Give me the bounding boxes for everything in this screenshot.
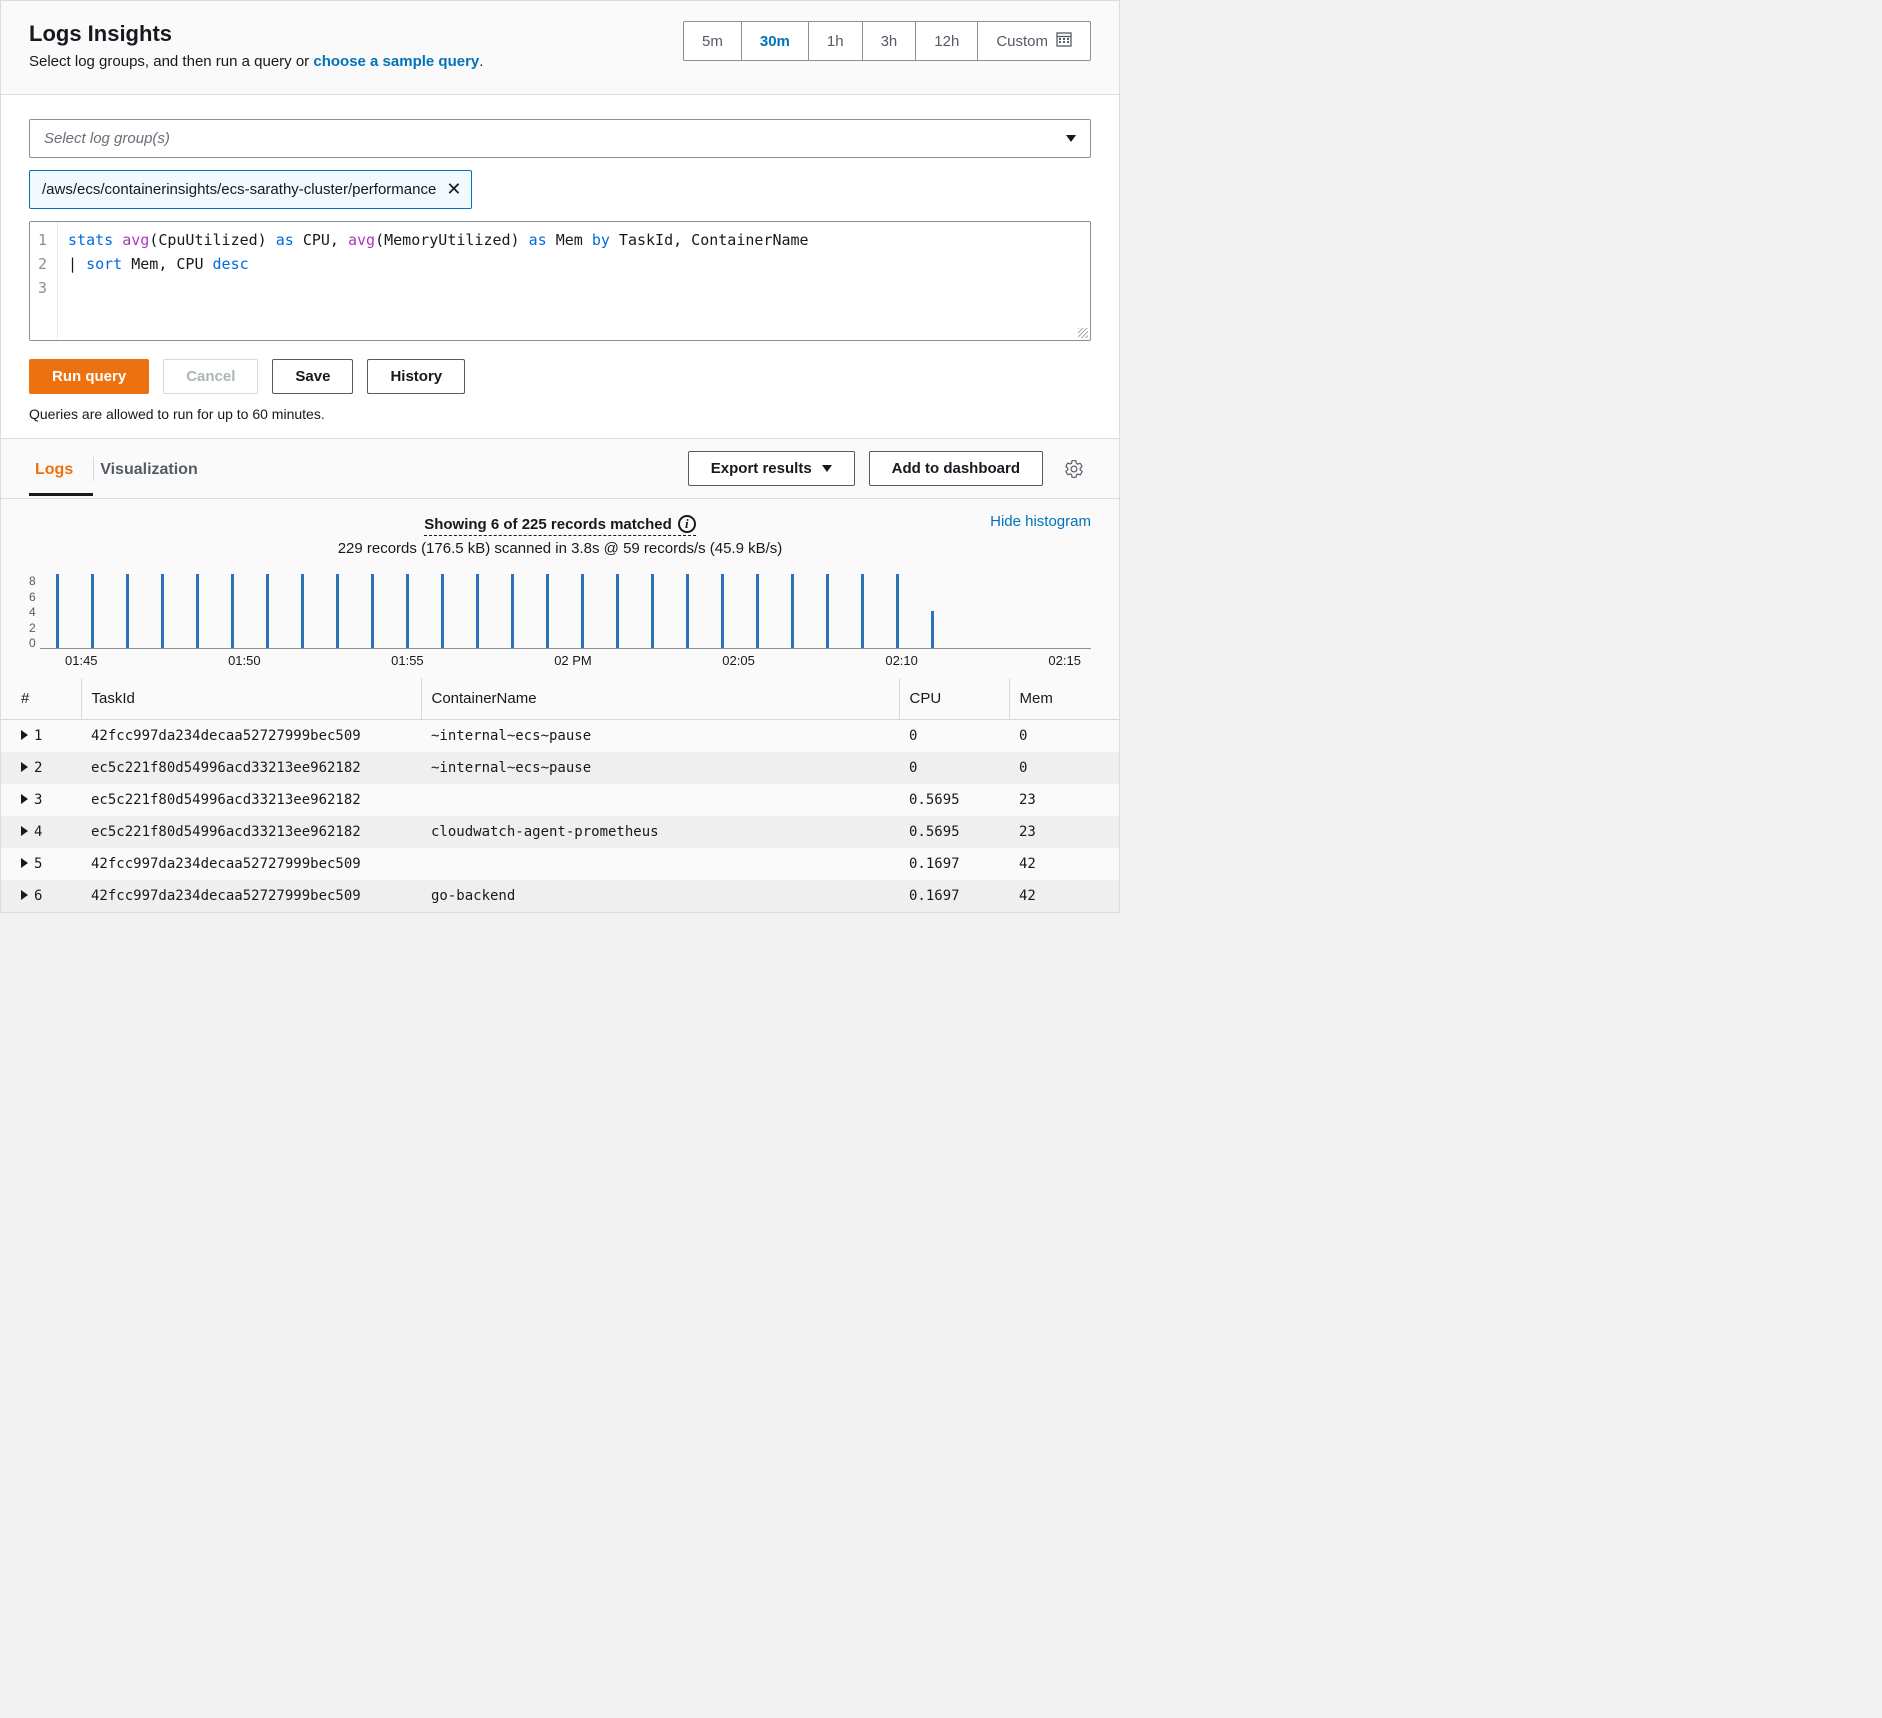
expand-row-icon[interactable] — [21, 730, 28, 740]
histogram-bar[interactable] — [441, 574, 444, 648]
histogram-bar[interactable] — [721, 574, 724, 648]
histogram-bar[interactable] — [161, 574, 164, 648]
time-3h[interactable]: 3h — [863, 22, 917, 60]
expand-row-icon[interactable] — [21, 858, 28, 868]
time-custom-label: Custom — [996, 33, 1048, 50]
calendar-icon — [1056, 31, 1072, 51]
histogram-bars — [40, 573, 1091, 649]
query-editor[interactable]: 123 stats avg(CpuUtilized) as CPU, avg(M… — [29, 221, 1091, 341]
remove-log-group-icon[interactable]: ✕ — [446, 179, 461, 200]
expand-row-icon[interactable] — [21, 794, 28, 804]
histogram-bar[interactable] — [896, 574, 899, 648]
export-results-button[interactable]: Export results — [688, 451, 855, 486]
x-axis: 01:4501:5001:5502 PM02:0502:1002:15 — [29, 649, 1091, 678]
table-row[interactable]: 2ec5c221f80d54996acd33213ee962182~intern… — [1, 752, 1119, 784]
histogram-bar[interactable] — [581, 574, 584, 648]
col-container[interactable]: ContainerName — [421, 678, 899, 720]
histogram-bar[interactable] — [616, 574, 619, 648]
table-row[interactable]: 142fcc997da234decaa52727999bec509~intern… — [1, 720, 1119, 753]
selected-log-group-chip: /aws/ecs/containerinsights/ecs-sarathy-c… — [29, 170, 472, 209]
cancel-button: Cancel — [163, 359, 258, 394]
sample-query-link[interactable]: choose a sample query — [313, 53, 479, 70]
histogram-bar[interactable] — [791, 574, 794, 648]
export-results-label: Export results — [711, 460, 812, 477]
time-12h[interactable]: 12h — [916, 22, 978, 60]
histogram-bar[interactable] — [546, 574, 549, 648]
col-number[interactable]: # — [1, 678, 81, 720]
results-table: # TaskId ContainerName CPU Mem 142fcc997… — [1, 678, 1119, 912]
run-query-button[interactable]: Run query — [29, 359, 149, 394]
histogram-bar[interactable] — [931, 611, 934, 648]
time-custom[interactable]: Custom — [978, 22, 1090, 60]
histogram-bar[interactable] — [56, 574, 59, 648]
time-5m[interactable]: 5m — [684, 22, 742, 60]
time-1h[interactable]: 1h — [809, 22, 863, 60]
save-button[interactable]: Save — [272, 359, 353, 394]
hide-histogram-link[interactable]: Hide histogram — [990, 513, 1091, 530]
page-subtitle: Select log groups, and then run a query … — [29, 53, 483, 70]
chevron-down-icon — [822, 465, 832, 472]
subtitle-suffix: . — [479, 53, 483, 70]
query-hint: Queries are allowed to run for up to 60 … — [29, 406, 1091, 422]
expand-row-icon[interactable] — [21, 826, 28, 836]
settings-button[interactable] — [1057, 452, 1091, 486]
summary-scanned: 229 records (176.5 kB) scanned in 3.8s @… — [29, 540, 1091, 557]
subtitle-text: Select log groups, and then run a query … — [29, 53, 313, 70]
histogram-bar[interactable] — [231, 574, 234, 648]
histogram-bar[interactable] — [91, 574, 94, 648]
log-group-select[interactable]: Select log group(s) — [29, 119, 1091, 158]
table-row[interactable]: 4ec5c221f80d54996acd33213ee962182cloudwa… — [1, 816, 1119, 848]
col-cpu[interactable]: CPU — [899, 678, 1009, 720]
table-row[interactable]: 3ec5c221f80d54996acd33213ee9621820.56952… — [1, 784, 1119, 816]
expand-row-icon[interactable] — [21, 890, 28, 900]
histogram-bar[interactable] — [371, 574, 374, 648]
query-code[interactable]: stats avg(CpuUtilized) as CPU, avg(Memor… — [58, 222, 1090, 340]
y-axis: 86420 — [29, 575, 40, 649]
history-button[interactable]: History — [367, 359, 465, 394]
histogram-bar[interactable] — [756, 574, 759, 648]
histogram-bar[interactable] — [476, 574, 479, 648]
tab-visualization[interactable]: Visualization — [94, 441, 218, 496]
histogram-bar[interactable] — [826, 574, 829, 648]
col-taskid[interactable]: TaskId — [81, 678, 421, 720]
histogram-bar[interactable] — [861, 574, 864, 648]
histogram-bar[interactable] — [511, 574, 514, 648]
resize-handle[interactable] — [1078, 328, 1088, 338]
summary-matched: Showing 6 of 225 records matched i — [424, 515, 696, 536]
selected-log-group-text: /aws/ecs/containerinsights/ecs-sarathy-c… — [42, 181, 436, 198]
line-gutter: 123 — [30, 222, 58, 340]
histogram-chart: 86420 01:4501:5001:5502 PM02:0502:1002:1… — [1, 561, 1119, 678]
expand-row-icon[interactable] — [21, 762, 28, 772]
chevron-down-icon — [1066, 135, 1076, 142]
histogram-bar[interactable] — [301, 574, 304, 648]
page-title: Logs Insights — [29, 21, 483, 47]
histogram-bar[interactable] — [196, 574, 199, 648]
info-icon[interactable]: i — [678, 515, 696, 533]
histogram-bar[interactable] — [651, 574, 654, 648]
gear-icon — [1064, 459, 1084, 479]
histogram-bar[interactable] — [336, 574, 339, 648]
time-30m[interactable]: 30m — [742, 22, 809, 60]
histogram-bar[interactable] — [126, 574, 129, 648]
col-mem[interactable]: Mem — [1009, 678, 1119, 720]
log-group-placeholder: Select log group(s) — [44, 130, 170, 147]
histogram-bar[interactable] — [266, 574, 269, 648]
table-row[interactable]: 642fcc997da234decaa52727999bec509go-back… — [1, 880, 1119, 912]
tab-logs[interactable]: Logs — [29, 441, 93, 496]
histogram-bar[interactable] — [406, 574, 409, 648]
time-range-picker[interactable]: 5m 30m 1h 3h 12h Custom — [683, 21, 1091, 61]
table-row[interactable]: 542fcc997da234decaa52727999bec5090.16974… — [1, 848, 1119, 880]
add-to-dashboard-button[interactable]: Add to dashboard — [869, 451, 1043, 486]
histogram-bar[interactable] — [686, 574, 689, 648]
